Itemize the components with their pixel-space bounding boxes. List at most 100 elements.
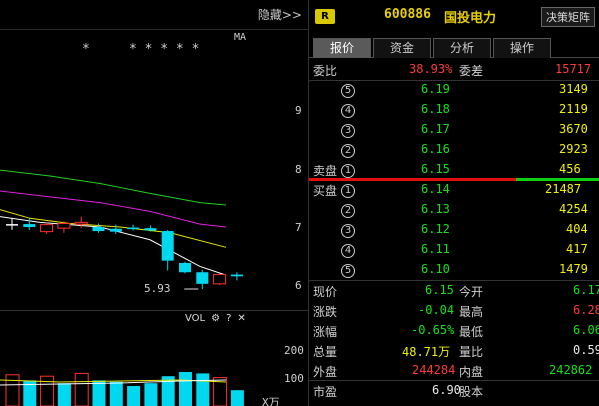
- stat-value: 0.59: [573, 343, 599, 357]
- candle-body: [230, 274, 243, 277]
- volume-bar: [196, 373, 210, 406]
- sell-label: 卖盘: [313, 164, 338, 178]
- stat-label: 股本: [459, 385, 484, 399]
- tab-analysis[interactable]: 分析: [433, 38, 491, 58]
- candle-body: [74, 221, 88, 225]
- stats-row-3: 涨幅 -0.65% 最低 6.06: [309, 321, 599, 341]
- buy-price: 6.13: [421, 202, 450, 216]
- stat-label: 总量: [313, 345, 338, 359]
- stock-name: 国投电力: [444, 11, 497, 26]
- level-3-icon: 3: [341, 124, 355, 138]
- sell-price: 6.17: [421, 122, 450, 136]
- weibi-label: 委比: [313, 64, 338, 78]
- kline-chart-area[interactable]: 隐藏>> MA * * * * * * 9 8 7 6 5.93 VOL ⚙ ?…: [0, 0, 308, 406]
- tab-quote[interactable]: 报价: [313, 38, 371, 58]
- candle-body: [179, 262, 191, 273]
- buy-volume: 404: [566, 222, 588, 236]
- volume-chart[interactable]: [0, 310, 308, 406]
- ma-line-yellow: [0, 209, 227, 248]
- sell-volume: 2119: [559, 102, 588, 116]
- stat-value: 6.15: [425, 283, 454, 297]
- signal-stars: * * * * * *: [82, 42, 200, 57]
- stat-label: 内盘: [459, 365, 484, 379]
- quote-tabs: 报价 资金 分析 操作: [309, 38, 599, 58]
- vol-tick-100: 100: [284, 372, 304, 385]
- buy-price: 6.11: [421, 242, 450, 256]
- sell-row-2[interactable]: 2 6.16 2923: [309, 140, 599, 160]
- buy-row-5[interactable]: 5 6.10 1479: [309, 260, 599, 280]
- vol-unit: X万: [262, 396, 280, 406]
- tab-operation[interactable]: 操作: [493, 38, 551, 58]
- buy-row-2[interactable]: 2 6.13 4254: [309, 200, 599, 220]
- low-price-marker: 5.93: [144, 282, 171, 295]
- weicha-label: 委差: [459, 64, 484, 78]
- chart-toolbar: 隐藏>>: [0, 0, 308, 30]
- level-5-icon: 5: [341, 84, 355, 98]
- sell-volume: 3670: [559, 122, 588, 136]
- buy-row-3[interactable]: 3 6.12 404: [309, 220, 599, 240]
- volume-bar: [92, 380, 106, 406]
- stock-code: 600886: [384, 7, 431, 22]
- buy-price: 6.14: [421, 182, 450, 196]
- ma-label: MA: [234, 32, 247, 43]
- stat-value: -0.65%: [411, 323, 455, 337]
- price-tick-7: 7: [295, 221, 302, 234]
- candle-body: [109, 228, 122, 232]
- price-tick-9: 9: [295, 104, 302, 117]
- candle-body: [57, 223, 71, 229]
- volume-bar: [230, 390, 244, 406]
- buy-row-4[interactable]: 4 6.11 417: [309, 240, 599, 260]
- volume-bar: [40, 375, 55, 406]
- weibi-row: 委比 38.93% 委差 15717: [309, 60, 599, 80]
- buy-volume: 1479: [559, 262, 588, 276]
- stat-label: 最高: [459, 305, 484, 319]
- margin-badge: R: [315, 9, 335, 24]
- stats-row-6: 市盈 6.90 股本: [309, 381, 599, 401]
- buy-price: 6.10: [421, 262, 450, 276]
- level-2-icon: 2: [341, 204, 355, 218]
- stats-row-2: 涨跌 -0.04 最高 6.28: [309, 301, 599, 321]
- sell-row-5[interactable]: 5 6.19 3149: [309, 80, 599, 100]
- buy-volume: 417: [566, 242, 588, 256]
- candle-body: [196, 272, 209, 284]
- stat-value: 6.28: [573, 303, 599, 317]
- stat-label: 量比: [459, 345, 484, 359]
- stats-row-5: 外盘 244284 内盘 242862: [309, 361, 599, 381]
- stat-value: 6.17: [573, 283, 599, 297]
- candle-body: [23, 224, 36, 227]
- stat-value: 242862: [549, 363, 593, 377]
- volume-bar: [109, 381, 123, 406]
- stat-label: 涨跌: [313, 305, 338, 319]
- level-5-icon: 5: [341, 264, 355, 278]
- candle-body: [127, 227, 140, 230]
- level-4-icon: 4: [341, 104, 355, 118]
- sell-row-4[interactable]: 4 6.18 2119: [309, 100, 599, 120]
- sell-row-1[interactable]: 卖盘 1 6.15 456: [309, 160, 599, 180]
- stat-label: 涨幅: [313, 325, 338, 339]
- sell-volume: 2923: [559, 142, 588, 156]
- stat-label: 现价: [313, 285, 338, 299]
- weibi-value: 38.93%: [409, 62, 453, 76]
- stat-label: 市盈: [313, 385, 338, 399]
- decision-matrix-button[interactable]: 决策矩阵: [541, 7, 595, 27]
- candle-body: [144, 228, 157, 231]
- buy-volume: 4254: [559, 202, 588, 216]
- stat-value: 6.06: [573, 323, 599, 337]
- quote-panel: R 600886 国投电力 决策矩阵 报价 资金 分析 操作 委比 38.93%…: [308, 0, 599, 406]
- price-tick-6: 6: [295, 279, 302, 292]
- ma-line-green: [0, 169, 227, 206]
- volume-bar: [74, 372, 89, 406]
- candle-body: [40, 224, 54, 233]
- price-chart[interactable]: [0, 30, 308, 310]
- sell-volume: 3149: [559, 82, 588, 96]
- stat-value: 244284: [412, 363, 456, 377]
- buy-row-1[interactable]: 买盘 1 6.14 21487: [309, 180, 599, 200]
- volume-bar: [127, 386, 141, 406]
- sell-price: 6.16: [421, 142, 450, 156]
- hide-panel-button[interactable]: 隐藏>>: [258, 6, 302, 23]
- candle-body: [213, 274, 227, 285]
- tab-funds[interactable]: 资金: [373, 38, 431, 58]
- sell-price: 6.15: [421, 162, 450, 176]
- sell-row-3[interactable]: 3 6.17 3670: [309, 120, 599, 140]
- stat-label: 外盘: [313, 365, 338, 379]
